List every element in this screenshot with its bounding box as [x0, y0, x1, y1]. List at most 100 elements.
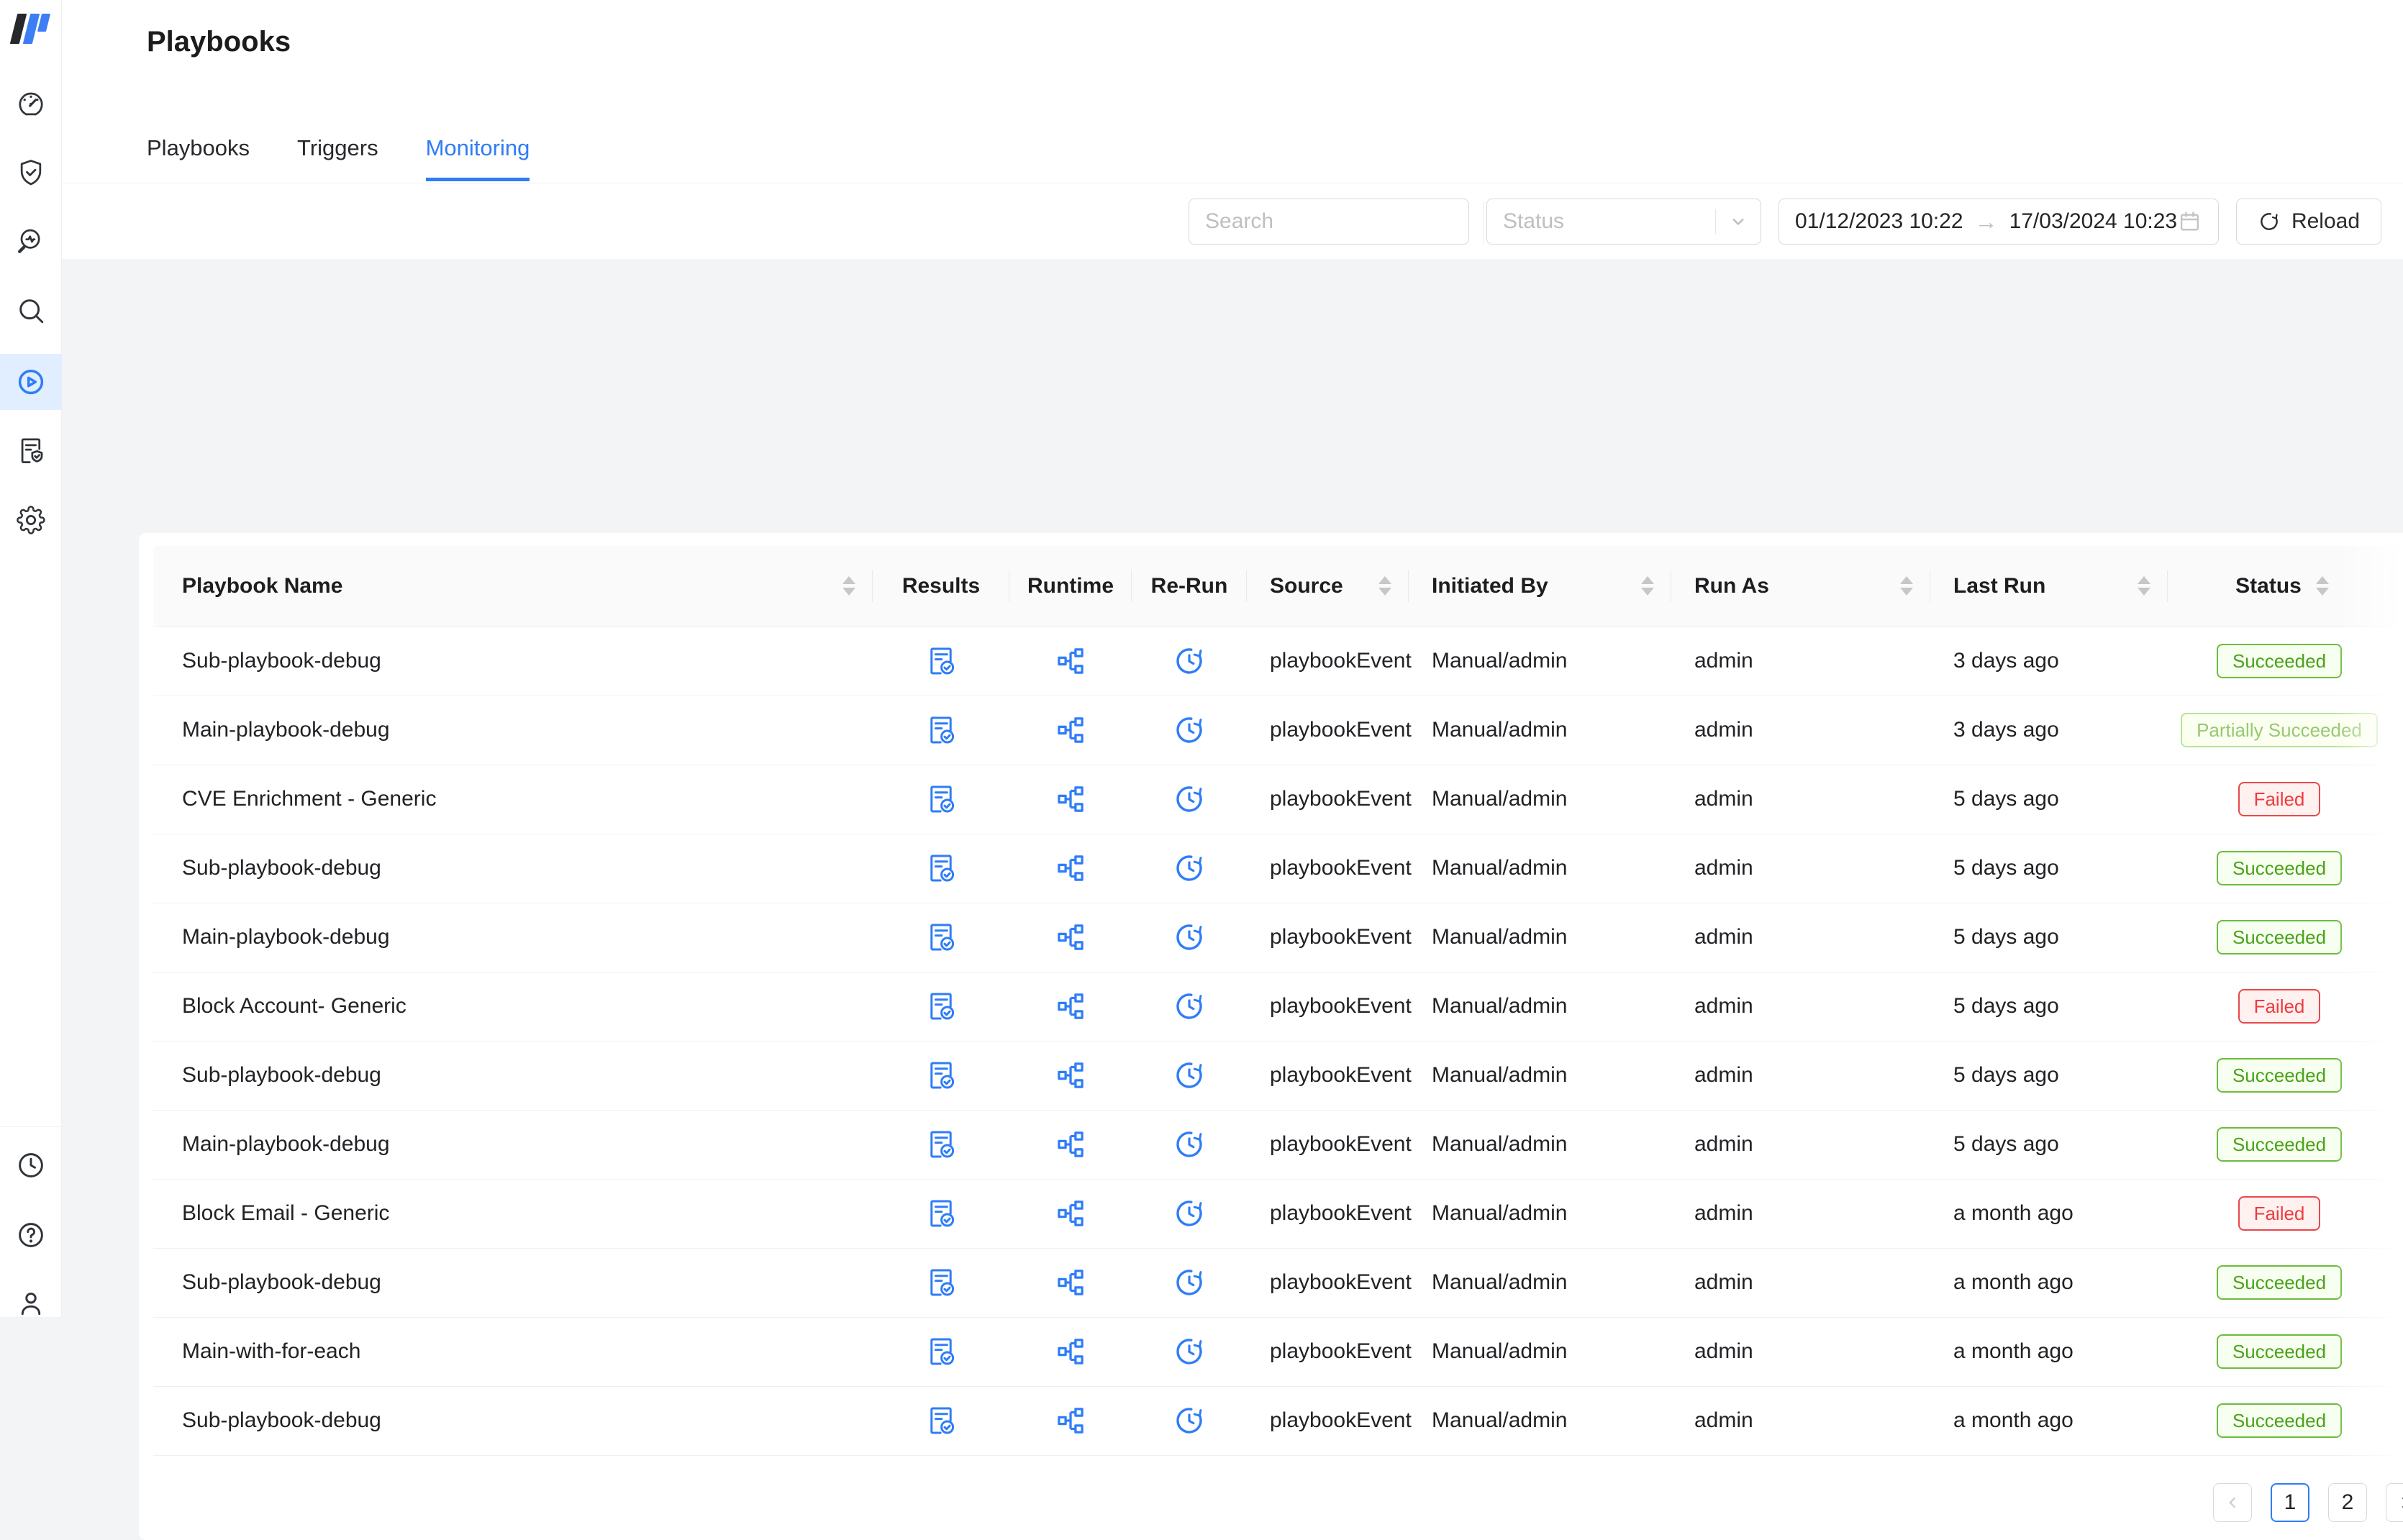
runtime-button[interactable] [1053, 1334, 1089, 1370]
column-header-source[interactable]: Source [1247, 546, 1409, 627]
results-button[interactable] [923, 850, 959, 886]
runtime-button[interactable] [1053, 1126, 1089, 1162]
table-row[interactable]: Main-with-for-each [153, 1317, 2403, 1386]
rerun-button[interactable] [1171, 712, 1207, 748]
pagination-page-2[interactable]: 2 [2328, 1483, 2367, 1522]
runtime-button[interactable] [1053, 1057, 1089, 1093]
rerun-button[interactable] [1171, 850, 1207, 886]
runtime-button[interactable] [1053, 919, 1089, 955]
column-header-runtime[interactable]: Runtime [1009, 546, 1132, 627]
sidebar-item-settings[interactable] [0, 492, 62, 548]
rerun-button[interactable] [1171, 1334, 1207, 1370]
runtime-button[interactable] [1053, 850, 1089, 886]
runtime-button[interactable] [1053, 1403, 1089, 1439]
rerun-button[interactable] [1171, 1265, 1207, 1300]
sort-icon[interactable] [2138, 576, 2150, 596]
table-row[interactable]: Sub-playbook-debug [153, 1248, 2403, 1317]
table-row[interactable]: Main-playbook-debug [153, 1110, 2403, 1179]
column-header-rerun[interactable]: Re-Run [1132, 546, 1247, 627]
table-row[interactable]: Main-playbook-debug [153, 903, 2403, 972]
reload-button[interactable]: Reload [2236, 199, 2381, 245]
pagination-prev-button[interactable] [2213, 1483, 2252, 1522]
rerun-button[interactable] [1171, 988, 1207, 1024]
table-row[interactable]: Main-playbook-debug [153, 696, 2403, 765]
column-header-last-run[interactable]: Last Run [1930, 546, 2168, 627]
tab-monitoring[interactable]: Monitoring [426, 135, 530, 181]
playbook-name-cell[interactable]: Block Account- Generic [153, 972, 873, 1041]
results-button[interactable] [923, 643, 959, 679]
playbook-name-cell[interactable]: Main-with-for-each [153, 1317, 873, 1386]
sidebar-item-history[interactable] [0, 1137, 62, 1193]
rerun-button[interactable] [1171, 1126, 1207, 1162]
results-button[interactable] [923, 1334, 959, 1370]
rerun-button[interactable] [1171, 1403, 1207, 1439]
rerun-button[interactable] [1171, 919, 1207, 955]
sort-icon[interactable] [1378, 576, 1391, 596]
table-row[interactable]: Sub-playbook-debug [153, 1386, 2403, 1455]
sidebar-item-security[interactable] [0, 145, 62, 201]
playbook-name-cell[interactable]: Sub-playbook-debug [153, 1386, 873, 1455]
rerun-button[interactable] [1171, 1057, 1207, 1093]
results-button[interactable] [923, 781, 959, 817]
sort-icon[interactable] [2316, 576, 2329, 596]
pagination-page-1[interactable]: 1 [2271, 1483, 2309, 1522]
table-row[interactable]: Block Email - Generic [153, 1179, 2403, 1248]
tab-triggers[interactable]: Triggers [297, 135, 378, 181]
sidebar-item-playbooks[interactable] [0, 354, 62, 410]
sidebar-item-search[interactable] [0, 283, 62, 339]
playbook-name-cell[interactable]: Sub-playbook-debug [153, 627, 873, 696]
tab-playbooks[interactable]: Playbooks [147, 135, 250, 181]
date-to[interactable]: 17/03/2024 10:23 [2009, 209, 2178, 234]
playbook-name-cell[interactable]: Block Email - Generic [153, 1179, 873, 1248]
results-button[interactable] [923, 1195, 959, 1231]
column-header-results[interactable]: Results [873, 546, 1009, 627]
playbook-name-cell[interactable]: Main-playbook-debug [153, 903, 873, 972]
date-from[interactable]: 01/12/2023 10:22 [1795, 209, 1963, 234]
column-header-run-as[interactable]: Run As [1671, 546, 1930, 627]
playbook-name-cell[interactable]: Sub-playbook-debug [153, 1248, 873, 1317]
rerun-button[interactable] [1171, 781, 1207, 817]
playbook-name-cell[interactable]: Sub-playbook-debug [153, 834, 873, 903]
table-row[interactable]: Sub-playbook-debug [153, 1041, 2403, 1110]
results-button[interactable] [923, 1126, 959, 1162]
column-header-playbook-name[interactable]: Playbook Name [153, 546, 873, 627]
status-select[interactable]: Status [1486, 199, 1761, 245]
table-row[interactable]: Sub-playbook-debug [153, 834, 2403, 903]
sort-icon[interactable] [842, 576, 855, 596]
sort-icon[interactable] [1641, 576, 1654, 596]
table-scroll-area[interactable]: Playbook Name Results Runtime Re-Run Sou… [153, 546, 2403, 1456]
runtime-button[interactable] [1053, 643, 1089, 679]
date-range-picker[interactable]: 01/12/2023 10:22 → 17/03/2024 10:23 [1779, 199, 2219, 245]
sidebar-item-help[interactable] [0, 1207, 62, 1263]
playbook-name-cell[interactable]: CVE Enrichment - Generic [153, 765, 873, 834]
playbook-name-cell[interactable]: Sub-playbook-debug [153, 1041, 873, 1110]
table-row[interactable]: Block Account- Generic [153, 972, 2403, 1041]
column-header-status[interactable]: Status [2168, 546, 2391, 627]
results-button[interactable] [923, 1265, 959, 1300]
pagination-next-button[interactable] [2386, 1483, 2403, 1522]
rerun-button[interactable] [1171, 643, 1207, 679]
column-header-initiated-by[interactable]: Initiated By [1409, 546, 1671, 627]
runtime-button[interactable] [1053, 1195, 1089, 1231]
playbook-name-cell[interactable]: Main-playbook-debug [153, 1110, 873, 1179]
column-header-progress[interactable]: Pro [2391, 546, 2403, 627]
results-button[interactable] [923, 712, 959, 748]
results-button[interactable] [923, 988, 959, 1024]
sidebar-item-dashboard[interactable] [0, 76, 62, 132]
search-input[interactable] [1189, 200, 1483, 243]
sidebar-item-profile[interactable] [0, 1275, 62, 1331]
runtime-button[interactable] [1053, 988, 1089, 1024]
table-row[interactable]: CVE Enrichment - Generic [153, 765, 2403, 834]
runtime-button[interactable] [1053, 1265, 1089, 1300]
results-button[interactable] [923, 919, 959, 955]
rerun-button[interactable] [1171, 1195, 1207, 1231]
app-logo[interactable] [9, 12, 55, 46]
sidebar-item-reports[interactable] [0, 423, 62, 479]
runtime-button[interactable] [1053, 712, 1089, 748]
runtime-button[interactable] [1053, 781, 1089, 817]
table-row[interactable]: Sub-playbook-debug [153, 627, 2403, 696]
results-button[interactable] [923, 1057, 959, 1093]
results-button[interactable] [923, 1403, 959, 1439]
sort-icon[interactable] [1900, 576, 1913, 596]
sidebar-item-investigation[interactable] [0, 213, 62, 269]
